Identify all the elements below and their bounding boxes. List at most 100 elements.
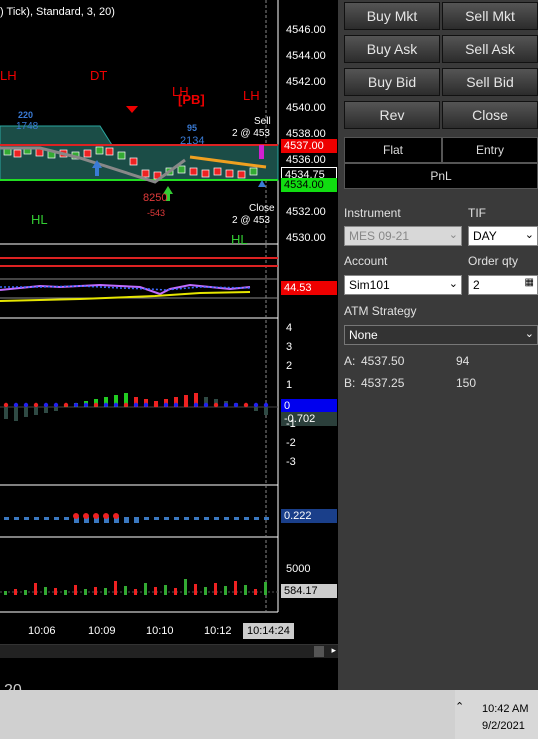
- chevron-down-icon: ⌄: [524, 328, 534, 340]
- oscillator-dot: [143, 402, 149, 408]
- oscillator-bar: [4, 407, 8, 419]
- price-axis-label: 4532.00: [286, 206, 326, 218]
- close-button[interactable]: Close: [442, 101, 538, 129]
- macd-bar: [14, 517, 19, 520]
- oscillator-dot: [53, 402, 59, 408]
- chevron-down-icon: ⌄: [448, 229, 458, 241]
- volume-bar: [34, 583, 37, 595]
- oscillator-dot: [73, 402, 79, 408]
- buy-mkt-button[interactable]: Buy Mkt: [344, 2, 440, 30]
- pnl-display[interactable]: PnL: [344, 163, 538, 189]
- volume-bar: [154, 587, 157, 595]
- volume-bar: [214, 583, 217, 595]
- atm-strategy-select[interactable]: None ⌄: [344, 325, 538, 345]
- oscillator-dot: [13, 402, 19, 408]
- account-value: Sim101: [349, 278, 390, 292]
- candle: [13, 149, 22, 158]
- bid-price: 4537.25: [361, 376, 405, 390]
- macd-dot: [103, 513, 109, 519]
- macd-bar: [224, 517, 229, 520]
- sell-mkt-button[interactable]: Sell Mkt: [442, 2, 538, 30]
- annotation-lh: LH: [0, 68, 17, 83]
- volume-bar: [4, 591, 7, 595]
- atm-strategy-value: None: [349, 328, 378, 342]
- last-price-tag: 4537.00: [281, 139, 337, 153]
- volume-bar: [14, 589, 17, 595]
- macd-tag: 0.222: [281, 509, 337, 523]
- tif-select[interactable]: DAY ⌄: [468, 226, 538, 246]
- candle: [95, 146, 104, 155]
- macd-bar: [214, 517, 219, 520]
- oscillator-dot: [63, 402, 69, 408]
- price-axis-label: 4546.00: [286, 24, 326, 36]
- volume-bar: [94, 587, 97, 595]
- oscillator-bar: [54, 407, 58, 411]
- volume-bars: [4, 579, 267, 595]
- volume-bar: [194, 584, 197, 595]
- volume-bar: [224, 586, 227, 595]
- calculator-icon[interactable]: ▦: [525, 277, 534, 288]
- scroll-right-icon[interactable]: ▸: [331, 645, 336, 656]
- last-green-tag: 4534.00: [281, 178, 337, 192]
- buy-ask-button[interactable]: Buy Ask: [344, 35, 440, 63]
- oscillator-bar: [14, 407, 18, 421]
- taskbar-clock-date[interactable]: 9/2/2021: [482, 720, 525, 732]
- tray-expand-icon[interactable]: ⌃: [455, 700, 464, 713]
- oscillator-dot: [243, 402, 249, 408]
- scrollbar-thumb[interactable]: [314, 646, 324, 657]
- oscillator-dot: [173, 402, 179, 408]
- macd-bar: [264, 517, 269, 520]
- oscillator-dot: [163, 402, 169, 408]
- candle: [225, 169, 234, 178]
- annotation-95: 95: [187, 123, 198, 133]
- indicator-tag: 44.53: [281, 281, 337, 295]
- volume-bar: [124, 586, 127, 595]
- oscillator-dot: [193, 402, 199, 408]
- sell-bid-button[interactable]: Sell Bid: [442, 68, 538, 96]
- price-axis-label: 4530.00: [286, 232, 326, 244]
- taskbar-clock-time[interactable]: 10:42 AM: [482, 703, 528, 715]
- buy-bid-button[interactable]: Buy Bid: [344, 68, 440, 96]
- oscillator-axis-label: 4: [286, 322, 293, 334]
- annotation-pb: [PB]: [178, 92, 205, 107]
- chart-area[interactable]: ) Tick), Standard, 3, 20) 4546.00 4544.00…: [0, 0, 338, 699]
- bid-label: B:: [344, 376, 356, 390]
- oscillator-bar: [254, 407, 258, 411]
- volume-bar: [74, 585, 77, 595]
- flat-button[interactable]: Flat: [344, 137, 442, 163]
- volume-bar: [104, 588, 107, 595]
- volume-bar: [114, 581, 117, 595]
- candle: [249, 167, 258, 176]
- ask-label: A:: [344, 354, 356, 368]
- oscillator-bar: [44, 407, 48, 413]
- macd-bar: [24, 517, 29, 520]
- volume-bar: [84, 589, 87, 595]
- account-select[interactable]: Sim101 ⌄: [344, 275, 462, 295]
- macd-bar: [174, 517, 179, 520]
- macd-bar: [244, 517, 249, 520]
- macd-bar: [44, 517, 49, 520]
- macd-dot: [83, 513, 89, 519]
- volume-bar: [264, 582, 267, 595]
- instrument-select[interactable]: MES 09-21 ⌄: [344, 226, 462, 246]
- volume-axis-label: 5000: [286, 563, 311, 575]
- candle: [237, 170, 246, 179]
- macd-bar: [194, 517, 199, 520]
- order-qty-input[interactable]: 2 ▦: [468, 275, 538, 295]
- macd-bar: [4, 517, 9, 520]
- entry-button[interactable]: Entry: [442, 137, 538, 163]
- sell-ask-button[interactable]: Sell Ask: [442, 35, 538, 63]
- candle: [129, 157, 138, 166]
- tif-value: DAY: [473, 229, 497, 243]
- annotation-543: -543: [147, 208, 166, 218]
- chart-trader-panel: Buy Mkt Sell Mkt Buy Ask Sell Ask Buy Bid Sel…: [338, 0, 538, 690]
- rev-button[interactable]: Rev: [344, 101, 440, 129]
- macd-bar: [54, 517, 59, 520]
- oscillator-dot: [33, 402, 39, 408]
- order-qty-value: 2: [473, 278, 480, 292]
- candle: [201, 169, 210, 178]
- volume-bar: [234, 581, 237, 595]
- oscillator-dot: [153, 402, 159, 408]
- taskbar: ⌃ 10:42 AM 9/2/2021: [0, 690, 538, 739]
- horizontal-scrollbar[interactable]: ▸: [0, 644, 338, 658]
